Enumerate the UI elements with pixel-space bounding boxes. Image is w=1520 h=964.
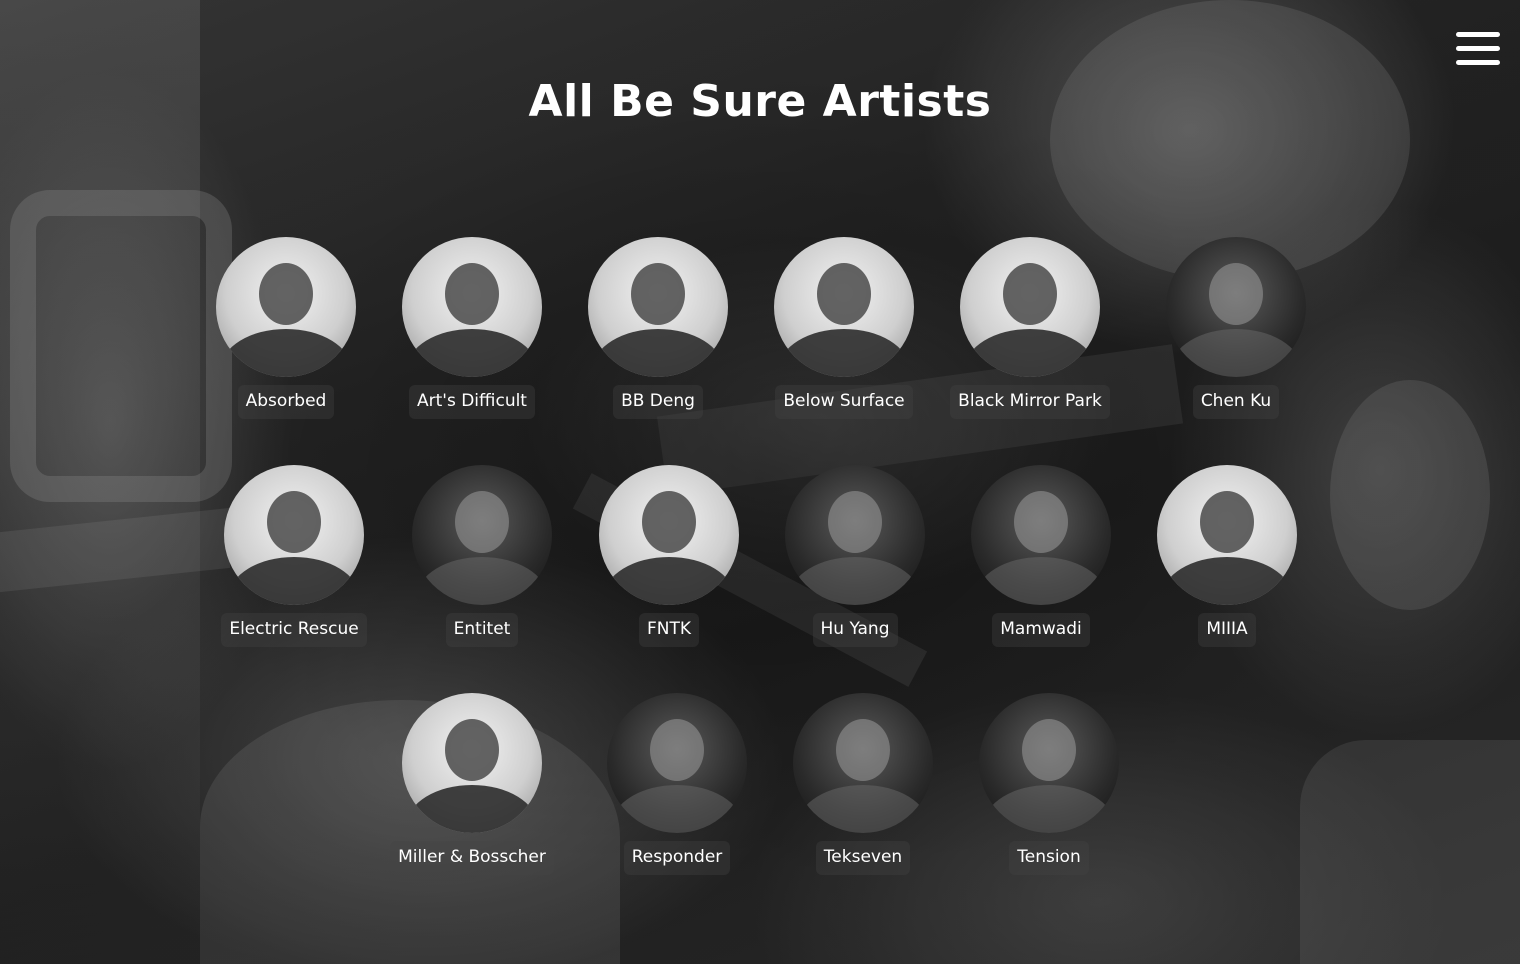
artist-avatar[interactable] [971, 465, 1111, 605]
artist-name[interactable]: Black Mirror Park [950, 385, 1110, 419]
artist-name[interactable]: FNTK [638, 613, 700, 647]
artist-card[interactable]: Mamwadi [941, 465, 1141, 647]
artist-name[interactable]: Responder [623, 841, 731, 875]
artist-avatar[interactable] [774, 237, 914, 377]
artist-card[interactable]: BB Deng [558, 237, 758, 419]
artist-avatar[interactable] [216, 237, 356, 377]
artist-grid: Absorbed Art's Difficult BB Deng Below S… [0, 0, 1520, 964]
artist-avatar[interactable] [599, 465, 739, 605]
artist-card[interactable]: Tekseven [763, 693, 963, 875]
artist-name[interactable]: Absorbed [237, 385, 335, 419]
artist-name[interactable]: Entitet [445, 613, 519, 647]
artist-name[interactable]: Below Surface [775, 385, 913, 419]
artist-card[interactable]: Miller & Bosscher [372, 693, 572, 875]
artist-name[interactable]: MIIIA [1198, 613, 1256, 647]
artist-card[interactable]: Black Mirror Park [930, 237, 1130, 419]
artist-card[interactable]: Entitet [382, 465, 582, 647]
artist-card[interactable]: Electric Rescue [194, 465, 394, 647]
artist-card[interactable]: Below Surface [744, 237, 944, 419]
artist-card[interactable]: Chen Ku [1136, 237, 1336, 419]
artist-name[interactable]: Art's Difficult [409, 385, 535, 419]
artist-avatar[interactable] [224, 465, 364, 605]
artist-avatar[interactable] [785, 465, 925, 605]
artist-card[interactable]: Responder [577, 693, 777, 875]
artist-card[interactable]: Art's Difficult [372, 237, 572, 419]
artist-card[interactable]: Absorbed [186, 237, 386, 419]
artist-name[interactable]: Hu Yang [812, 613, 898, 647]
artist-name[interactable]: BB Deng [613, 385, 703, 419]
artist-avatar[interactable] [412, 465, 552, 605]
artist-avatar[interactable] [979, 693, 1119, 833]
artist-avatar[interactable] [588, 237, 728, 377]
artist-avatar[interactable] [607, 693, 747, 833]
artist-card[interactable]: Hu Yang [755, 465, 955, 647]
artist-avatar[interactable] [1166, 237, 1306, 377]
artist-card[interactable]: Tension [949, 693, 1149, 875]
artist-card[interactable]: MIIIA [1127, 465, 1327, 647]
artist-avatar[interactable] [960, 237, 1100, 377]
artist-avatar[interactable] [402, 237, 542, 377]
artist-name[interactable]: Electric Rescue [221, 613, 367, 647]
artist-name[interactable]: Mamwadi [992, 613, 1090, 647]
artist-avatar[interactable] [1157, 465, 1297, 605]
artist-card[interactable]: FNTK [569, 465, 769, 647]
artist-avatar[interactable] [402, 693, 542, 833]
artist-name[interactable]: Tekseven [815, 841, 911, 875]
artist-name[interactable]: Tension [1009, 841, 1089, 875]
artist-name[interactable]: Miller & Bosscher [390, 841, 554, 875]
artist-name[interactable]: Chen Ku [1192, 385, 1280, 419]
artist-avatar[interactable] [793, 693, 933, 833]
